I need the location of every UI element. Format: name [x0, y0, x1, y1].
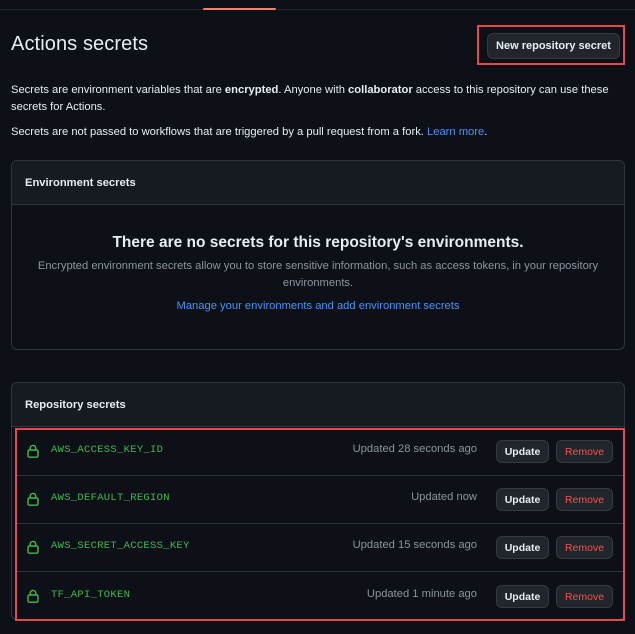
description-text: Secrets are environment variables that a… — [11, 84, 225, 96]
blank-state-description: Encrypted environment secrets allow you … — [37, 260, 599, 289]
annotation-highlight-secret-rows — [15, 428, 625, 621]
active-tab-indicator — [203, 8, 276, 10]
new-repository-secret-button[interactable]: New repository secret — [487, 33, 620, 59]
description-text: Secrets are not passed to workflows that… — [11, 126, 428, 138]
learn-more-link[interactable]: Learn more — [427, 126, 484, 138]
page-title: Actions secrets — [11, 33, 149, 55]
description-text: . — [484, 126, 488, 138]
environment-secrets-header: Environment secrets — [12, 161, 624, 205]
description-encrypted: Secrets are environment variables that a… — [11, 82, 611, 116]
blank-state-title: There are no secrets for this repository… — [112, 234, 524, 251]
tabs-border — [0, 9, 635, 10]
description-bold-collaborator: collaborator — [348, 84, 413, 96]
description-fork: Secrets are not passed to workflows that… — [11, 124, 611, 141]
repository-secrets-header: Repository secrets — [12, 383, 624, 427]
environment-secrets-box: Environment secrets There are no secrets… — [11, 160, 625, 350]
description-text: . Anyone with — [278, 84, 349, 96]
description-bold-encrypted: encrypted — [224, 84, 279, 96]
manage-environments-link[interactable]: Manage your environments and add environ… — [177, 300, 460, 312]
blank-state-link-wrapper: Manage your environments and add environ… — [12, 300, 624, 312]
